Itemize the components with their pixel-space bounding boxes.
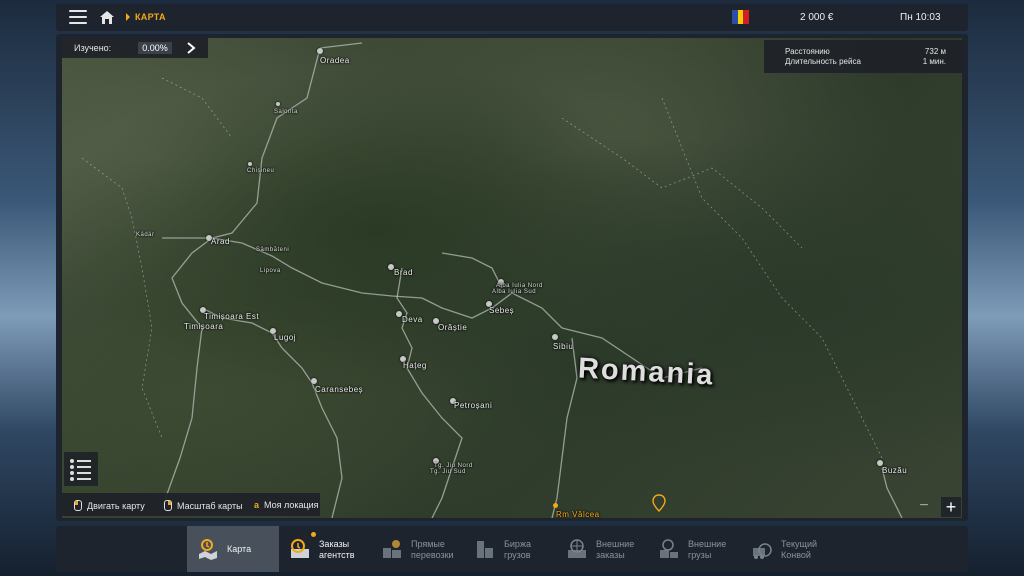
nav-map[interactable]: Карта <box>187 526 279 572</box>
city-label: Oradea <box>320 56 350 65</box>
external-orders-icon <box>568 539 586 558</box>
nav-external-orders[interactable]: Внешние заказы <box>556 526 648 572</box>
nav-current-convoy[interactable]: Текущий Конвой <box>741 526 833 572</box>
mouse-wheel-icon <box>164 500 172 511</box>
zoom-out-button[interactable]: − <box>915 497 933 515</box>
city-label: Sâmbăteni <box>256 247 290 253</box>
direct-transport-icon <box>383 540 401 558</box>
city-label: Timișoara <box>184 322 224 331</box>
nav-cargo-exchange-label: Биржа грузов <box>504 539 531 560</box>
city-label: Tg. Jiu Sud <box>430 469 466 475</box>
gas-station-icon <box>652 494 666 512</box>
city-marker <box>311 378 317 384</box>
nav-external-cargo[interactable]: Внешние грузы <box>648 526 740 572</box>
city-label: Chișineu <box>247 168 275 174</box>
nav-direct-transport-label: Прямые перевозки <box>411 539 454 560</box>
chevron-right-icon[interactable] <box>186 42 196 54</box>
duration-value: 1 мин. <box>922 57 946 66</box>
nav-external-cargo-label: Внешние грузы <box>688 539 727 560</box>
nav-current-convoy-label: Текущий Конвой <box>781 539 817 560</box>
nav-external-orders-label: Внешние заказы <box>596 539 635 560</box>
city-label: Hațeg <box>403 361 427 370</box>
hint-zoom: Масштаб карты <box>164 500 243 511</box>
breadcrumb-arrow-icon <box>126 13 130 21</box>
player-location-icon <box>553 503 558 508</box>
city-marker <box>276 102 280 106</box>
city-label: Salonta <box>274 109 298 115</box>
city-label: Timișoara Est <box>204 312 260 321</box>
duration-label: Длительность рейса <box>785 57 861 66</box>
nav-map-label: Карта <box>227 544 252 554</box>
city-label: Orăștie <box>438 323 468 332</box>
distance-value: 732 м <box>924 47 946 56</box>
breadcrumb: КАРТА <box>135 12 166 22</box>
city-marker <box>552 334 558 340</box>
legend-list-icon <box>70 459 91 481</box>
game-clock: Пн 10:03 <box>900 12 941 23</box>
city-label: Sebeș <box>489 306 515 315</box>
city-label: Petroșani <box>454 401 493 410</box>
bottom-nav: Карта Заказы агентств Прямые перевозки Бир… <box>56 526 968 572</box>
home-icon[interactable] <box>99 10 115 25</box>
hint-locate[interactable]: a Моя локация <box>254 500 319 510</box>
hint-move-label: Двигать карту <box>87 500 145 511</box>
money-display: 2 000 € <box>800 12 834 23</box>
country-label: Romania <box>577 352 716 392</box>
world-map[interactable]: Oradea Salonta Chișineu Kádár Arad Sâmbă… <box>62 38 962 518</box>
city-marker <box>317 48 323 54</box>
convoy-icon <box>753 543 772 559</box>
hint-zoom-label: Масштаб карты <box>177 500 243 511</box>
zoom-in-button[interactable]: + <box>941 497 961 517</box>
city-marker <box>248 162 252 166</box>
map-icon <box>199 539 217 560</box>
hint-locate-label: Моя локация <box>264 500 319 510</box>
country-flag-icon <box>732 10 750 24</box>
city-label: Kádár <box>136 232 155 238</box>
city-label: Brad <box>394 268 413 277</box>
notification-dot <box>311 532 316 537</box>
city-label: Buzău <box>882 466 908 475</box>
city-label: Arad <box>211 237 230 246</box>
route-info-panel: Расстоянию 732 м Длительность рейса 1 ми… <box>764 40 962 73</box>
agency-orders-icon <box>291 539 309 558</box>
top-bar: КАРТА 2 000 € Пн 10:03 <box>56 4 968 31</box>
city-label: Sibiu <box>553 342 574 351</box>
road-network <box>81 42 903 518</box>
city-label: Alba Iulia Sud <box>492 289 537 295</box>
city-label: Caransebeș <box>315 385 364 394</box>
nav-direct-transport[interactable]: Прямые перевозки <box>371 526 463 572</box>
explored-value: 0.00% <box>138 42 172 54</box>
distance-label: Расстоянию <box>785 47 830 56</box>
city-label: Rm Vâlcea <box>556 510 600 518</box>
external-cargo-icon <box>660 539 678 558</box>
city-label: Lugoj <box>274 333 297 342</box>
city-label: Deva <box>402 315 423 324</box>
map-controls-hints: Двигать карту Масштаб карты a Моя локаци… <box>62 493 320 516</box>
nav-agency-orders[interactable]: Заказы агентств <box>279 526 369 572</box>
nav-cargo-exchange[interactable]: Биржа грузов <box>464 526 556 572</box>
left-mouse-icon <box>74 500 82 511</box>
cargo-exchange-icon <box>477 541 493 558</box>
explored-label: Изучено: <box>74 43 112 53</box>
explored-panel: Изучено: 0.00% <box>62 38 208 58</box>
key-icon: a <box>254 500 260 510</box>
city-label: Lipova <box>260 268 281 274</box>
map-legend-button[interactable] <box>64 452 98 486</box>
nav-agency-orders-label: Заказы агентств <box>319 539 355 560</box>
menu-icon[interactable] <box>69 10 87 24</box>
hint-move: Двигать карту <box>74 500 145 511</box>
